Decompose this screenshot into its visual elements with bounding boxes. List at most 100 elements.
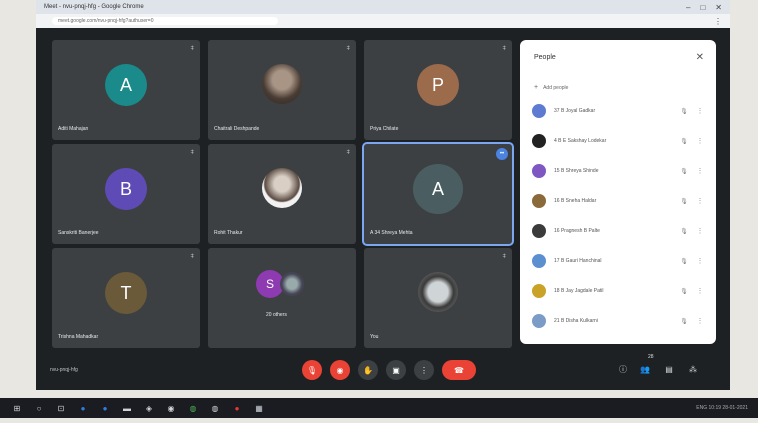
- system-tray[interactable]: ENG 10:19 28-01-2021: [696, 405, 748, 411]
- mic-muted-icon: ǂ: [502, 254, 506, 260]
- avatar: [532, 314, 546, 328]
- present-button[interactable]: ▣: [386, 360, 406, 380]
- participant-name: Rohit Thakur: [214, 230, 243, 236]
- more-options-icon[interactable]: ⋮: [694, 107, 706, 115]
- avatar: [532, 164, 546, 178]
- search-icon[interactable]: ○: [34, 403, 44, 413]
- avatar-photo: [262, 64, 302, 104]
- mic-icon[interactable]: 🎙: [674, 168, 694, 175]
- more-options-icon[interactable]: ⋮: [694, 137, 706, 145]
- mic-muted-icon: ǂ: [346, 46, 350, 52]
- mic-icon[interactable]: 🎙: [674, 198, 694, 205]
- participant-name: Priya Chilate: [370, 126, 399, 132]
- avatar: B: [105, 168, 147, 210]
- mic-muted-icon: ǂ: [346, 150, 350, 156]
- others-count-label: 20 others: [266, 312, 287, 318]
- more-options-icon[interactable]: ⋮: [694, 287, 706, 295]
- start-icon[interactable]: ⊞: [12, 403, 22, 413]
- list-item[interactable]: 37 B Joyal Gadkar 🎙 ⋮: [532, 102, 706, 120]
- others-tile[interactable]: S 20 others: [208, 248, 356, 348]
- list-item[interactable]: 16 Pragnesh B Palte 🎙 ⋮: [532, 222, 706, 240]
- raise-hand-button[interactable]: ✋: [358, 360, 378, 380]
- edge-icon[interactable]: ●: [78, 403, 88, 413]
- list-item[interactable]: 16 B Sneha Haldar 🎙 ⋮: [532, 192, 706, 210]
- add-people-label: Add people: [543, 84, 569, 91]
- participant-tile[interactable]: ǂ Chaitrali Deshpande: [208, 40, 356, 140]
- avatar: [532, 254, 546, 268]
- camera-toggle-button[interactable]: ◉: [330, 360, 350, 380]
- participant-name: Sanskriti Banerjee: [58, 230, 99, 236]
- avatar: P: [417, 64, 459, 106]
- mic-icon[interactable]: 🎙: [674, 138, 694, 145]
- close-window-button[interactable]: ✕: [715, 3, 722, 12]
- mail-icon[interactable]: ◉: [166, 403, 176, 413]
- more-options-icon[interactable]: ⋮: [694, 197, 706, 205]
- participant-name: A 34 Shreya Mehta: [370, 230, 413, 236]
- participant-tile-selected[interactable]: •• A A 34 Shreya Mehta: [362, 142, 514, 246]
- person-name: 4 B E Sakshay Lodekar: [554, 138, 607, 144]
- mic-icon[interactable]: 🎙: [674, 258, 694, 265]
- end-call-button[interactable]: ☎: [442, 360, 476, 380]
- mic-icon[interactable]: 🎙: [674, 108, 694, 115]
- screen: Meet - nvu-pnqj-hfg - Google Chrome – □ …: [36, 0, 730, 390]
- participant-tile[interactable]: ǂ T Trishna Mahadkar: [52, 248, 200, 348]
- more-options-button[interactable]: ⋮: [414, 360, 434, 380]
- more-options-icon[interactable]: ⋮: [694, 167, 706, 175]
- avatar-photo: [262, 168, 302, 208]
- url-field[interactable]: meet.google.com/nvu-pnqj-hfg?authuser=0: [52, 17, 278, 25]
- store-icon[interactable]: ◈: [144, 403, 154, 413]
- ie-icon[interactable]: ●: [100, 403, 110, 413]
- browser-tab-title[interactable]: Meet - nvu-pnqj-hfg - Google Chrome: [44, 4, 144, 10]
- chrome-icon[interactable]: ◍: [188, 403, 198, 413]
- avatar: A: [105, 64, 147, 106]
- mic-muted-icon: ǂ: [190, 254, 194, 260]
- participant-tile[interactable]: ǂ Rohit Thakur: [208, 144, 356, 244]
- task-view-icon[interactable]: ⊡: [56, 403, 66, 413]
- participant-tile[interactable]: ǂ A Aditi Mahajan: [52, 40, 200, 140]
- browser-menu-icon[interactable]: ⋮: [714, 17, 722, 26]
- app-icon[interactable]: ◍: [210, 403, 220, 413]
- minimize-button[interactable]: –: [686, 3, 690, 12]
- list-item[interactable]: 15 B Shreya Shinde 🎙 ⋮: [532, 162, 706, 180]
- list-item[interactable]: 21 B Disha Kulkarni 🎙 ⋮: [532, 312, 706, 330]
- info-icon[interactable]: ⓘ: [616, 362, 630, 376]
- avatar: [532, 104, 546, 118]
- address-bar: meet.google.com/nvu-pnqj-hfg?authuser=0 …: [36, 14, 730, 28]
- person-name: 37 B Joyal Gadkar: [554, 108, 596, 114]
- list-item[interactable]: 4 B E Sakshay Lodekar 🎙 ⋮: [532, 132, 706, 150]
- mic-icon[interactable]: 🎙: [674, 288, 694, 295]
- mic-toggle-button[interactable]: 🎙: [302, 360, 322, 380]
- mic-icon[interactable]: 🎙: [674, 228, 694, 235]
- app-icon[interactable]: ●: [232, 403, 242, 413]
- avatar: [532, 224, 546, 238]
- add-people-button[interactable]: + Add people: [534, 84, 568, 91]
- panel-title: People: [534, 54, 556, 61]
- participant-tile[interactable]: ǂ B Sanskriti Banerjee: [52, 144, 200, 244]
- participant-name: Chaitrali Deshpande: [214, 126, 260, 132]
- close-icon[interactable]: ✕: [696, 52, 704, 63]
- mic-muted-icon: ǂ: [190, 46, 194, 52]
- mic-icon[interactable]: 🎙: [674, 318, 694, 325]
- participant-tile[interactable]: ǂ P Priya Chilate: [364, 40, 512, 140]
- avatar: [532, 194, 546, 208]
- file-explorer-icon[interactable]: ▬: [122, 403, 132, 413]
- avatar: [532, 134, 546, 148]
- list-item[interactable]: 17 B Gauri Hanchinal 🎙 ⋮: [532, 252, 706, 270]
- participant-name: Aditi Mahajan: [58, 126, 89, 132]
- person-name: 21 B Disha Kulkarni: [554, 318, 598, 324]
- activities-icon[interactable]: ⁂: [686, 362, 700, 376]
- participant-name: Trishna Mahadkar: [58, 334, 99, 340]
- app-icon[interactable]: ▦: [254, 403, 264, 413]
- speaking-badge: ••: [496, 148, 508, 160]
- chat-icon[interactable]: ▤: [662, 362, 676, 376]
- mic-muted-icon: ǂ: [502, 46, 506, 52]
- self-tile[interactable]: ǂ You: [364, 248, 512, 348]
- more-options-icon[interactable]: ⋮: [694, 257, 706, 265]
- list-item[interactable]: 18 B Jay Jagdale Patil 🎙 ⋮: [532, 282, 706, 300]
- avatar-photo: [280, 272, 304, 296]
- more-options-icon[interactable]: ⋮: [694, 227, 706, 235]
- maximize-button[interactable]: □: [700, 3, 705, 12]
- person-name: 16 B Sneha Haldar: [554, 198, 597, 204]
- more-options-icon[interactable]: ⋮: [694, 317, 706, 325]
- people-icon[interactable]: 👥: [638, 362, 652, 376]
